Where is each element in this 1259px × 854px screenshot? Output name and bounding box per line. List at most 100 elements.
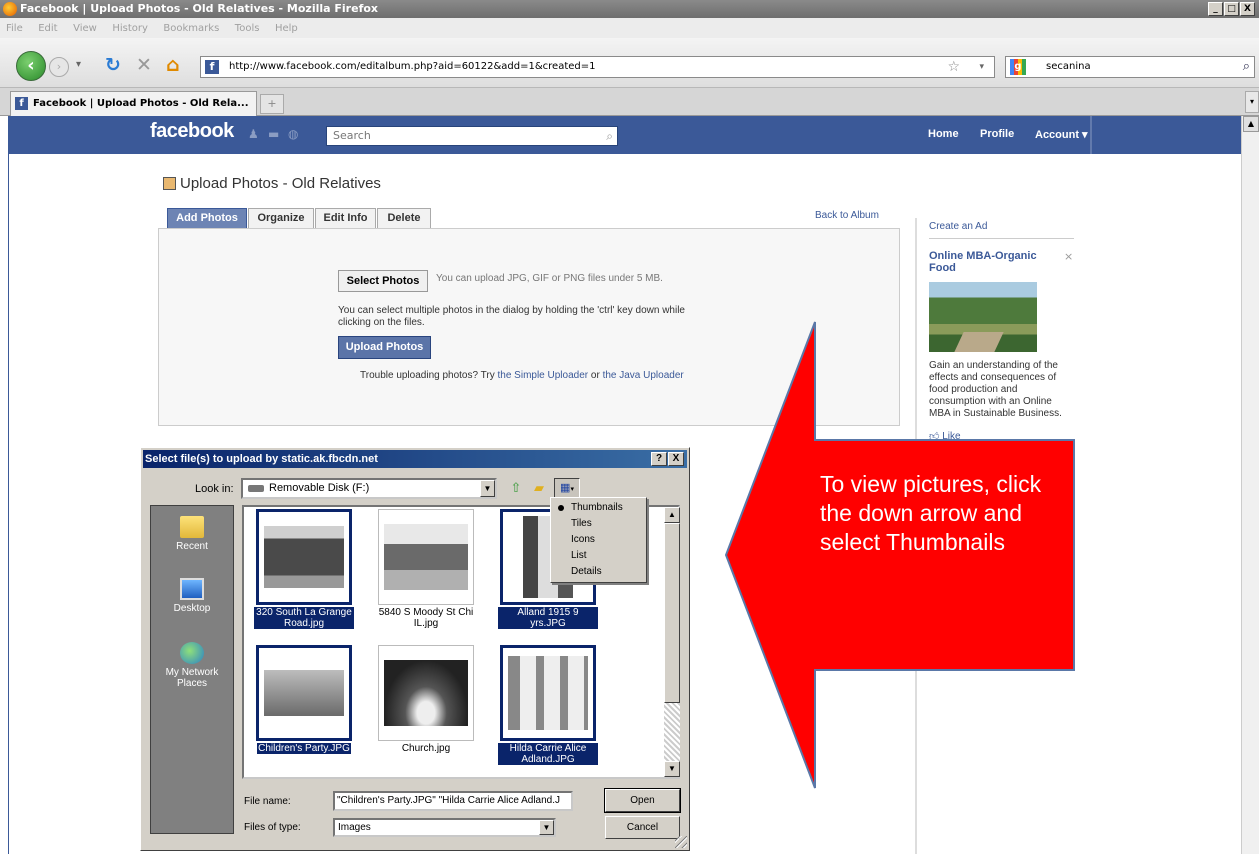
search-icon[interactable]: ⌕: [606, 127, 613, 145]
menu-edit[interactable]: Edit: [38, 23, 57, 34]
menu-view[interactable]: View: [73, 23, 97, 34]
file-type-label: Files of type:: [244, 822, 301, 833]
menu-tools[interactable]: Tools: [235, 23, 260, 34]
create-ad-link[interactable]: Create an Ad: [929, 221, 987, 232]
tab-delete[interactable]: Delete: [377, 208, 431, 228]
friend-requests-icon[interactable]: ♟: [248, 128, 262, 140]
simple-uploader-link[interactable]: the Simple Uploader: [498, 370, 589, 381]
dialog-help-button[interactable]: ?: [651, 452, 667, 466]
url-text: http://www.facebook.com/editalbum.php?ai…: [229, 61, 596, 72]
tab-organize[interactable]: Organize: [248, 208, 314, 228]
tab-add-photos[interactable]: Add Photos: [167, 208, 247, 228]
annotation-text: To view pictures, click the down arrow a…: [820, 471, 1042, 555]
tab-facebook-upload[interactable]: f Facebook | Upload Photos - Old Rela...: [10, 91, 257, 116]
facebook-search-input[interactable]: Search ⌕: [326, 126, 618, 146]
ad-close-icon[interactable]: ×: [1064, 250, 1073, 263]
desktop-icon: [180, 578, 204, 600]
recent-folder-icon: [180, 516, 204, 538]
java-uploader-link[interactable]: the Java Uploader: [603, 370, 684, 381]
scroll-down-icon[interactable]: ▼: [664, 761, 680, 777]
new-folder-icon[interactable]: ▰: [531, 480, 547, 496]
view-menu-details[interactable]: Details: [551, 564, 646, 580]
upload-photos-button[interactable]: Upload Photos: [338, 336, 431, 359]
header-divider: [1090, 116, 1092, 154]
menu-help[interactable]: Help: [275, 23, 298, 34]
view-menu-tiles[interactable]: Tiles: [551, 516, 646, 532]
scroll-up-icon[interactable]: ▲: [664, 507, 680, 523]
place-recent[interactable]: Recent: [151, 516, 233, 552]
google-icon[interactable]: g: [1010, 59, 1026, 75]
view-menu-thumbnails[interactable]: Thumbnails: [551, 500, 646, 516]
file-type-value: Images: [338, 822, 371, 833]
scrollbar-thumb[interactable]: [664, 523, 680, 703]
up-folder-icon[interactable]: ⇧: [508, 480, 524, 496]
nav-account[interactable]: Account ▾: [1035, 128, 1088, 141]
chevron-down-icon[interactable]: ▼: [539, 820, 554, 835]
notifications-globe-icon[interactable]: ◍: [288, 128, 302, 140]
file-item[interactable]: Church.jpg: [376, 645, 476, 754]
nav-home[interactable]: Home: [928, 128, 959, 140]
url-bar[interactable]: f http://www.facebook.com/editalbum.php?…: [200, 56, 995, 78]
back-button[interactable]: ‹: [16, 51, 46, 81]
place-network-label: My Network Places: [165, 667, 219, 689]
tab-list-icon[interactable]: ▾: [1245, 91, 1259, 113]
window-title: Facebook | Upload Photos - Old Relatives…: [20, 2, 379, 15]
file-list-scrollbar[interactable]: ▲ ▼: [664, 507, 680, 777]
stop-icon[interactable]: ✕: [136, 54, 152, 76]
search-icon[interactable]: ⌕: [1243, 57, 1250, 77]
dialog-close-button[interactable]: X: [668, 452, 684, 466]
minimize-button[interactable]: _: [1208, 2, 1223, 16]
menu-bookmarks[interactable]: Bookmarks: [163, 23, 219, 34]
back-to-album-link[interactable]: Back to Album: [815, 210, 879, 221]
resize-grip[interactable]: [675, 836, 687, 848]
view-menu-icons[interactable]: Icons: [551, 532, 646, 548]
tab-title: Facebook | Upload Photos - Old Rela...: [33, 98, 249, 109]
tab-edit-info[interactable]: Edit Info: [315, 208, 376, 228]
page-scrollbar[interactable]: ▲: [1241, 116, 1259, 854]
file-item[interactable]: 5840 S Moody St Chi IL.jpg: [376, 509, 476, 629]
file-item[interactable]: Hilda Carrie Alice Adland.JPG: [498, 645, 598, 765]
file-type-hint: You can upload JPG, GIF or PNG files und…: [436, 273, 663, 284]
home-icon[interactable]: ⌂: [166, 54, 180, 76]
menu-file[interactable]: File: [6, 23, 23, 34]
file-name: 5840 S Moody St Chi IL.jpg: [378, 607, 474, 629]
view-menu-label: List: [571, 550, 587, 561]
messages-icon[interactable]: ▬: [268, 128, 282, 140]
place-recent-label: Recent: [176, 541, 208, 552]
history-dropdown-icon[interactable]: ▾: [76, 54, 81, 76]
file-item[interactable]: Children's Party.JPG: [254, 645, 354, 754]
bookmark-star-icon[interactable]: ☆: [947, 57, 960, 77]
cancel-button[interactable]: Cancel: [605, 816, 680, 839]
look-in-select[interactable]: Removable Disk (F:) ▼: [241, 478, 497, 499]
place-desktop-label: Desktop: [173, 603, 211, 614]
window-titlebar: Facebook | Upload Photos - Old Relatives…: [0, 0, 1259, 18]
menu-history[interactable]: History: [112, 23, 148, 34]
url-dropdown-icon[interactable]: ▾: [979, 57, 984, 77]
file-item[interactable]: 320 South La Grange Road.jpg: [254, 509, 354, 629]
place-desktop[interactable]: Desktop: [151, 578, 233, 614]
file-type-select[interactable]: Images ▼: [333, 818, 556, 837]
close-window-button[interactable]: X: [1240, 2, 1255, 16]
select-photos-button[interactable]: Select Photos: [338, 270, 428, 292]
reload-icon[interactable]: ↻: [105, 54, 121, 76]
facebook-logo[interactable]: facebook: [150, 120, 234, 143]
forward-button[interactable]: ›: [49, 57, 69, 77]
maximize-button[interactable]: □: [1224, 2, 1239, 16]
open-button[interactable]: Open: [604, 788, 681, 813]
file-name-input[interactable]: "Children's Party.JPG" "Hilda Carrie Ali…: [333, 791, 573, 811]
browser-search-input[interactable]: g secanina ⌕: [1005, 56, 1255, 78]
dialog-title: Select file(s) to upload by static.ak.fb…: [145, 453, 378, 465]
view-menu-button[interactable]: ▦▾: [554, 478, 580, 498]
scrollbar-track[interactable]: [664, 703, 680, 761]
chevron-down-icon[interactable]: ▼: [480, 480, 495, 497]
view-grid-icon: ▦: [560, 482, 571, 494]
radio-bullet-icon: [558, 505, 564, 511]
new-tab-button[interactable]: +: [260, 94, 284, 114]
place-network[interactable]: My Network Places: [151, 642, 233, 689]
nav-profile[interactable]: Profile: [980, 128, 1014, 140]
removable-disk-icon: [248, 485, 264, 492]
scroll-up-icon[interactable]: ▲: [1243, 116, 1259, 132]
view-menu-list[interactable]: List: [551, 548, 646, 564]
ad-title[interactable]: Online MBA-Organic Food: [929, 250, 1059, 274]
look-in-value: Removable Disk (F:): [269, 482, 370, 494]
